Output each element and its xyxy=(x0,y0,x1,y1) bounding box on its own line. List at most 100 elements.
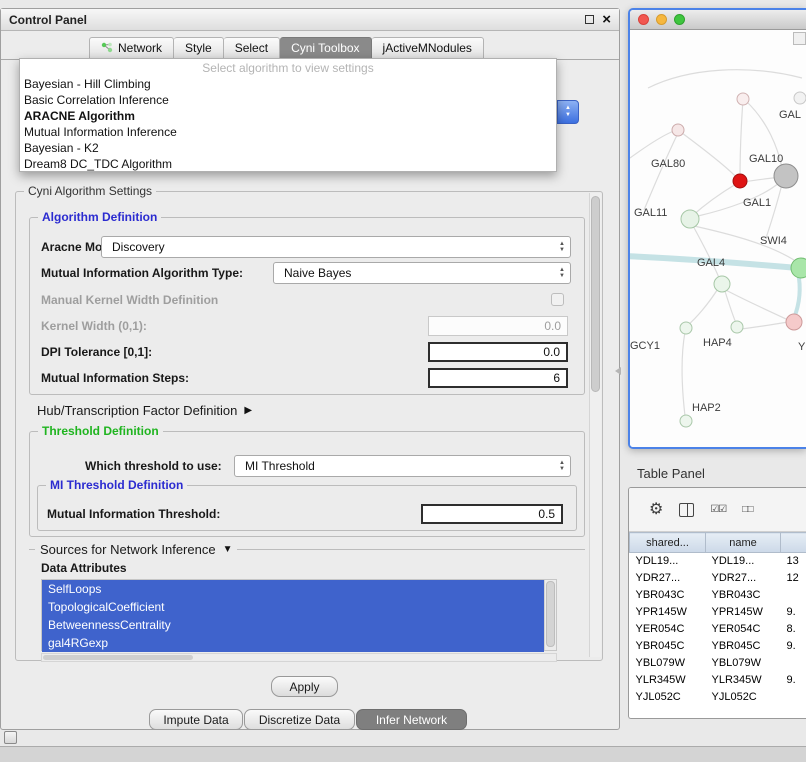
table-cell[interactable] xyxy=(781,655,806,672)
data-attribute-item[interactable]: SelfLoops xyxy=(42,580,544,598)
settings-scrollbar[interactable] xyxy=(589,193,601,657)
algorithm-dropdown-item[interactable]: Mutual Information Inference xyxy=(20,124,556,140)
table-cell[interactable]: YBL079W xyxy=(630,655,706,672)
zoom-traffic-light-icon[interactable] xyxy=(674,14,685,25)
dpi-tolerance-field[interactable]: 0.0 xyxy=(428,342,568,362)
attribute-list-scrollbar[interactable] xyxy=(544,580,556,650)
table-cell[interactable]: YDR27... xyxy=(630,570,706,587)
algorithm-dropdown-item[interactable]: Basic Correlation Inference xyxy=(20,92,556,108)
column-header-shared-name[interactable]: shared... xyxy=(630,533,706,553)
table-cell[interactable]: YBR043C xyxy=(630,587,706,604)
column-header-name[interactable]: name xyxy=(706,533,781,553)
network-node[interactable] xyxy=(731,321,743,333)
table-cell[interactable]: YBR045C xyxy=(630,638,706,655)
columns-icon[interactable] xyxy=(679,503,694,517)
gear-icon[interactable]: ⚙ xyxy=(649,502,663,518)
apply-button[interactable]: Apply xyxy=(271,676,338,697)
algorithm-dropdown-item[interactable]: ARACNE Algorithm xyxy=(20,108,556,124)
algorithm-combo-stepper-icon[interactable] xyxy=(557,100,579,124)
network-node[interactable] xyxy=(714,276,730,292)
aracne-mode-combo[interactable]: Discovery xyxy=(101,236,571,258)
table-cell[interactable]: YDL19... xyxy=(630,553,706,570)
splitter-handle-icon[interactable] xyxy=(615,367,621,375)
table-cell[interactable]: 9. xyxy=(781,604,806,621)
hub-expander[interactable]: Hub/Transcription Factor Definition ▶ xyxy=(37,403,252,418)
impute-data-button[interactable]: Impute Data xyxy=(149,709,243,730)
manual-kernel-checkbox[interactable] xyxy=(551,293,564,306)
network-view-window[interactable]: GALGAL80GAL10GAL11GAL1SWI4GAL4GCY1HAP4YH… xyxy=(628,8,806,449)
table-cell[interactable]: 13 xyxy=(781,553,806,570)
data-attribute-item[interactable]: BetweennessCentrality xyxy=(42,616,544,634)
tab-style[interactable]: Style xyxy=(174,37,224,59)
table-cell[interactable]: YER054C xyxy=(706,621,781,638)
network-canvas[interactable]: GALGAL80GAL10GAL11GAL1SWI4GAL4GCY1HAP4YH… xyxy=(630,30,806,447)
data-attributes-list[interactable]: SelfLoopsTopologicalCoefficientBetweenne… xyxy=(41,579,557,651)
table-cell[interactable]: YPR145W xyxy=(630,604,706,621)
sources-expander[interactable]: Sources for Network Inference ▼ xyxy=(35,542,237,557)
table-row[interactable]: YBL079WYBL079W xyxy=(630,655,806,672)
table-cell[interactable]: YJL052C xyxy=(706,689,781,706)
network-node[interactable] xyxy=(672,124,684,136)
table-row[interactable]: YBR043CYBR043C xyxy=(630,587,806,604)
network-node[interactable] xyxy=(681,210,699,228)
network-node[interactable] xyxy=(680,415,692,427)
table-cell[interactable]: YDR27... xyxy=(706,570,781,587)
algorithm-dropdown-item[interactable]: Bayesian - Hill Climbing xyxy=(20,76,556,92)
mi-type-combo[interactable]: Naive Bayes xyxy=(273,262,571,284)
table-cell[interactable]: YPR145W xyxy=(706,604,781,621)
data-attribute-item[interactable]: TopologicalCoefficient xyxy=(42,598,544,616)
kernel-width-field[interactable]: 0.0 xyxy=(428,316,568,336)
clear-checks-icon[interactable]: □□ xyxy=(742,502,752,518)
table-row[interactable]: YLR345WYLR345W9. xyxy=(630,672,806,689)
tab-select[interactable]: Select xyxy=(224,37,280,59)
attribute-list-hscrollbar[interactable] xyxy=(41,653,557,662)
table-cell[interactable]: YER054C xyxy=(630,621,706,638)
float-window-icon[interactable] xyxy=(585,15,594,24)
canvas-scrollbar-corner[interactable] xyxy=(793,32,806,45)
table-cell[interactable]: YBR043C xyxy=(706,587,781,604)
table-cell[interactable]: YJL052C xyxy=(630,689,706,706)
algorithm-dropdown-item[interactable]: Bayesian - K2 xyxy=(20,140,556,156)
table-row[interactable]: YER054CYER054C8. xyxy=(630,621,806,638)
table-row[interactable]: YDR27...YDR27...12 xyxy=(630,570,806,587)
table-row[interactable]: YPR145WYPR145W9. xyxy=(630,604,806,621)
scrollbar-thumb[interactable] xyxy=(591,196,600,392)
scrollbar-thumb[interactable] xyxy=(43,655,193,660)
network-node[interactable] xyxy=(794,92,806,104)
table-cell[interactable] xyxy=(781,587,806,604)
network-node[interactable] xyxy=(737,93,749,105)
table-cell[interactable] xyxy=(781,689,806,706)
network-node[interactable] xyxy=(680,322,692,334)
table-cell[interactable]: 9. xyxy=(781,638,806,655)
table-cell[interactable]: YBR045C xyxy=(706,638,781,655)
collapsed-panel-icon[interactable] xyxy=(4,731,17,744)
tab-network[interactable]: Network xyxy=(89,37,174,59)
network-node[interactable] xyxy=(774,164,798,188)
table-row[interactable]: YDL19...YDL19...13 xyxy=(630,553,806,570)
minimize-traffic-light-icon[interactable] xyxy=(656,14,667,25)
mi-steps-field[interactable]: 6 xyxy=(428,368,568,388)
control-panel-titlebar[interactable]: Control Panel × xyxy=(1,9,619,31)
infer-network-button[interactable]: Infer Network xyxy=(356,709,467,730)
table-row[interactable]: YBR045CYBR045C9. xyxy=(630,638,806,655)
mi-threshold-field[interactable]: 0.5 xyxy=(421,504,563,524)
data-attribute-item[interactable]: gal4RGexp xyxy=(42,634,544,652)
tab-cyni-toolbox[interactable]: Cyni Toolbox xyxy=(280,37,371,59)
table-row[interactable]: YJL052CYJL052C xyxy=(630,689,806,706)
select-all-checks-icon[interactable]: ☑☑ xyxy=(710,502,726,518)
table-cell[interactable]: YDL19... xyxy=(706,553,781,570)
table-cell[interactable]: 9. xyxy=(781,672,806,689)
which-threshold-combo[interactable]: MI Threshold xyxy=(234,455,571,477)
algorithm-dropdown-item[interactable]: Dream8 DC_TDC Algorithm xyxy=(20,156,556,172)
close-traffic-light-icon[interactable] xyxy=(638,14,649,25)
table-cell[interactable]: YLR345W xyxy=(630,672,706,689)
table-cell[interactable]: 12 xyxy=(781,570,806,587)
table-cell[interactable]: 8. xyxy=(781,621,806,638)
table-cell[interactable]: YLR345W xyxy=(706,672,781,689)
network-window-titlebar[interactable] xyxy=(630,10,806,30)
network-node[interactable] xyxy=(733,174,747,188)
tab-jactivemnodules[interactable]: jActiveMNodules xyxy=(372,37,484,59)
scrollbar-thumb[interactable] xyxy=(546,581,555,647)
column-header-extra[interactable] xyxy=(781,533,806,553)
table-cell[interactable]: YBL079W xyxy=(706,655,781,672)
